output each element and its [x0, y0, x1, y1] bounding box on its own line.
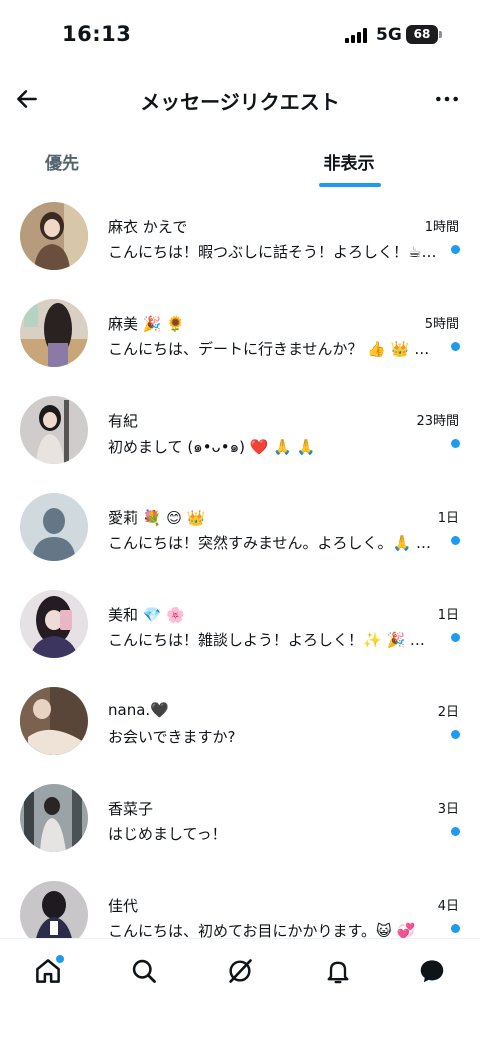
sender-name: nana.🖤 — [108, 701, 169, 719]
sender-name: 麻衣 かえで — [108, 218, 188, 236]
notification-dot — [56, 955, 64, 963]
signal-icon — [345, 27, 369, 43]
network-type: 5G — [376, 25, 402, 45]
nav-home[interactable] — [30, 953, 66, 989]
unread-dot — [451, 924, 460, 933]
nav-search[interactable] — [126, 953, 162, 989]
unread-dot — [451, 536, 460, 545]
avatar — [20, 396, 88, 464]
message-preview: こんにちは！雑談しよう！よろしく！✨ 🎉 … — [108, 631, 425, 649]
tab-hidden[interactable]: 非表示 — [229, 135, 469, 189]
search-icon — [132, 959, 156, 983]
timestamp: 2日 — [437, 705, 459, 720]
message-preview: お会いできますか? — [108, 728, 236, 746]
list-item[interactable]: 美和 💎 🌸 1日 こんにちは！雑談しよう！よろしく！✨ 🎉 … — [0, 574, 480, 671]
sender-name: 香菜子 — [108, 800, 154, 818]
avatar — [20, 784, 88, 852]
timestamp: 1日 — [437, 511, 459, 526]
messages-icon — [420, 960, 444, 983]
status-bar: 16:13 5G 68 — [0, 0, 480, 70]
grok-icon — [229, 959, 252, 983]
message-preview: こんにちは、デートに行きませんか？ 👍 👑 … — [108, 340, 430, 358]
sender-name: 美和 💎 🌸 — [108, 606, 185, 624]
unread-dot — [451, 342, 460, 351]
list-item[interactable]: 麻衣 かえで 1時間 こんにちは！暇つぶしに話そう！よろしく！☕ … — [0, 186, 480, 283]
unread-dot — [451, 633, 460, 642]
message-preview: はじめましてっ！ — [108, 825, 227, 843]
sender-name: 佳代 — [108, 897, 139, 915]
more-button[interactable] — [430, 82, 464, 116]
timestamp: 1日 — [437, 608, 459, 623]
bell-icon — [327, 961, 349, 984]
avatar — [20, 202, 88, 270]
avatar — [20, 590, 88, 658]
list-item[interactable]: 香菜子 3日 はじめましてっ！ — [0, 768, 480, 865]
list-item[interactable]: 佳代 4日 こんにちは、初めてお目にかかります。😺 💞 — [0, 865, 480, 938]
list-item[interactable]: nana.🖤 2日 お会いできますか? — [0, 671, 480, 768]
message-preview: 初めまして (๑•ᴗ•๑) ❤️ 🙏 🙏 — [108, 438, 316, 456]
nav-messages[interactable] — [414, 953, 450, 989]
unread-dot — [451, 245, 460, 254]
sender-name: 愛莉 💐 😊 👑 — [108, 509, 206, 527]
bottom-nav — [0, 938, 480, 1040]
tab-priority[interactable]: 優先 — [10, 135, 250, 189]
tab-label: 非表示 — [323, 154, 375, 174]
tab-label: 優先 — [45, 154, 79, 174]
more-horizontal-icon — [436, 96, 458, 102]
nav-grok[interactable] — [222, 953, 258, 989]
timestamp: 23時間 — [416, 414, 459, 429]
avatar — [20, 299, 88, 367]
sender-name: 麻美 🎉 🌻 — [108, 315, 185, 333]
unread-dot — [451, 730, 460, 739]
unread-dot — [451, 439, 460, 448]
list-item[interactable]: 愛莉 💐 😊 👑 1日 こんにちは！突然すみません。よろしく。🙏 … — [0, 477, 480, 574]
avatar — [20, 881, 88, 938]
nav-notifications[interactable] — [320, 953, 356, 989]
message-preview: こんにちは！突然すみません。よろしく。🙏 … — [108, 534, 431, 552]
timestamp: 3日 — [437, 802, 459, 817]
timestamp: 4日 — [437, 899, 459, 914]
status-time: 16:13 — [62, 22, 132, 46]
timestamp: 1時間 — [424, 220, 459, 235]
list-item[interactable]: 有紀 23時間 初めまして (๑•ᴗ•๑) ❤️ 🙏 🙏 — [0, 380, 480, 477]
list-item[interactable]: 麻美 🎉 🌻 5時間 こんにちは、デートに行きませんか？ 👍 👑 … — [0, 283, 480, 380]
avatar — [20, 687, 88, 755]
page-title: メッセージリクエスト — [140, 90, 340, 114]
header: メッセージリクエスト — [0, 76, 480, 122]
default-avatar — [20, 493, 88, 561]
message-preview: こんにちは、初めてお目にかかります。😺 💞 — [108, 922, 416, 938]
message-preview: こんにちは！暇つぶしに話そう！よろしく！☕ … — [108, 243, 438, 261]
battery-icon: 68 — [406, 25, 442, 44]
message-request-list: 麻衣 かえで 1時間 こんにちは！暇つぶしに話そう！よろしく！☕ … 麻美 🎉 … — [0, 186, 480, 938]
unread-dot — [451, 827, 460, 836]
tab-bar: 優先 非表示 — [0, 135, 480, 189]
sender-name: 有紀 — [108, 412, 139, 430]
timestamp: 5時間 — [424, 317, 459, 332]
